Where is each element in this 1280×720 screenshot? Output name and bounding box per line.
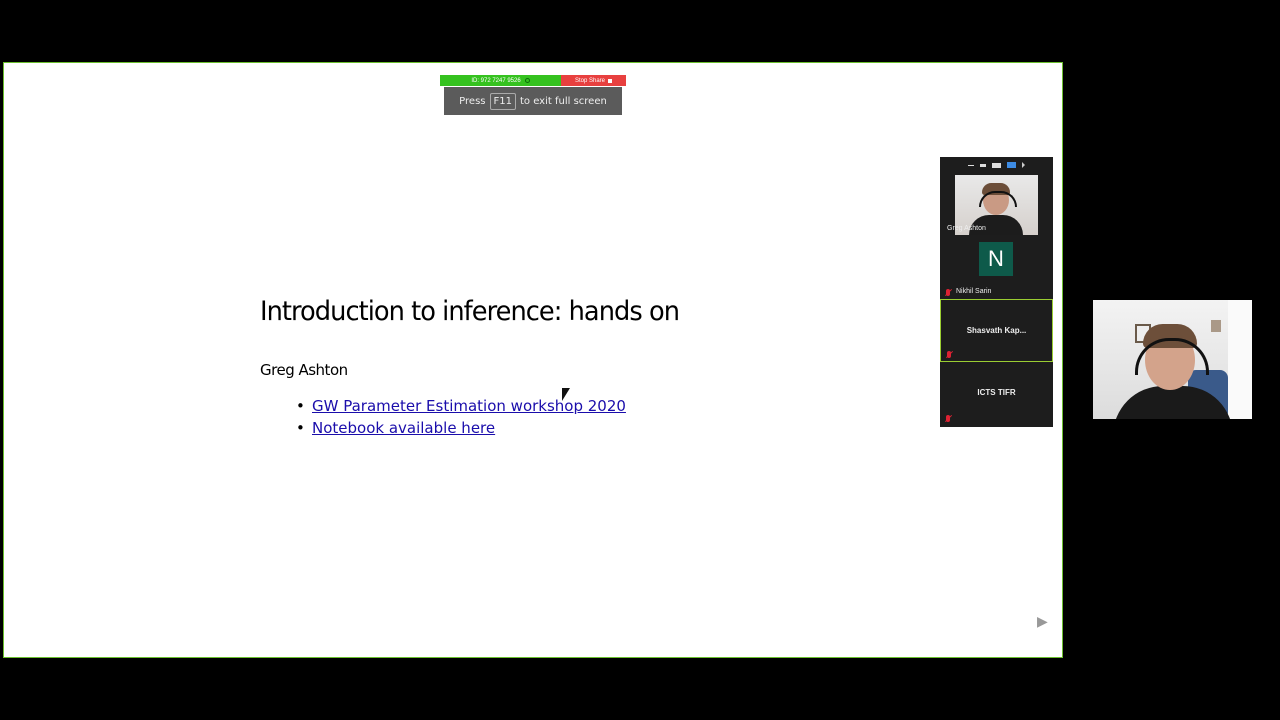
participant-gallery: Greg Ashton N Nikhil Sarin Shasvath Kap.… <box>940 157 1053 427</box>
fullscreen-hint-key: F11 <box>489 92 516 110</box>
play-triangle-icon[interactable]: ▶ <box>1037 614 1048 630</box>
hide-video-icon[interactable] <box>980 163 986 167</box>
meeting-id-text: ID: 972 7247 9526 <box>471 77 521 84</box>
stop-share-button[interactable]: Stop Share <box>561 75 626 86</box>
participant-name: Shasvath Kap... <box>966 326 1027 335</box>
shared-screen-frame <box>3 62 1063 658</box>
avatar: N <box>979 242 1013 276</box>
fullscreen-hint: Press F11 to exit full screen <box>444 87 622 115</box>
gallery-view-icon[interactable] <box>1007 162 1016 168</box>
next-page-icon[interactable] <box>1022 162 1025 168</box>
fullscreen-hint-suffix: to exit full screen <box>519 95 607 107</box>
participant-tile[interactable]: Greg Ashton <box>940 173 1053 236</box>
muted-mic-icon <box>947 351 951 358</box>
mouse-cursor-icon <box>562 388 570 401</box>
minimize-icon[interactable] <box>968 164 974 166</box>
slide-title: Introduction to inference: hands on <box>260 296 680 327</box>
muted-mic-icon <box>946 289 950 296</box>
fullscreen-hint-prefix: Press <box>459 95 486 107</box>
bullet: • <box>296 419 305 437</box>
participant-name: Greg Ashton <box>947 225 986 232</box>
shield-icon <box>524 78 530 83</box>
meeting-id-badge[interactable]: ID: 972 7247 9526 <box>440 75 561 86</box>
bullet: • <box>296 397 305 415</box>
notebook-link[interactable]: Notebook available here <box>312 419 495 437</box>
participant-tile[interactable]: N Nikhil Sarin <box>940 236 1053 299</box>
share-toolbar: ID: 972 7247 9526 Stop Share <box>440 75 626 86</box>
muted-mic-icon <box>946 415 950 422</box>
self-video-view[interactable] <box>1093 300 1252 419</box>
participant-name: ICTS TIFR <box>977 388 1016 397</box>
participant-name: Nikhil Sarin <box>956 288 992 295</box>
list-item: • GW Parameter Estimation workshop 2020 <box>296 395 626 417</box>
workshop-link[interactable]: GW Parameter Estimation workshop 2020 <box>312 397 626 415</box>
speaker-view-icon[interactable] <box>992 162 1001 168</box>
slide-author: Greg Ashton <box>260 361 348 379</box>
slide-link-list: • GW Parameter Estimation workshop 2020 … <box>296 395 626 439</box>
stop-icon <box>608 78 613 83</box>
stop-share-label: Stop Share <box>574 77 606 84</box>
list-item: • Notebook available here <box>296 417 626 439</box>
gallery-view-controls <box>940 157 1053 173</box>
participant-tile[interactable]: ICTS TIFR <box>940 362 1053 425</box>
participant-tile[interactable]: Shasvath Kap... <box>940 299 1053 362</box>
